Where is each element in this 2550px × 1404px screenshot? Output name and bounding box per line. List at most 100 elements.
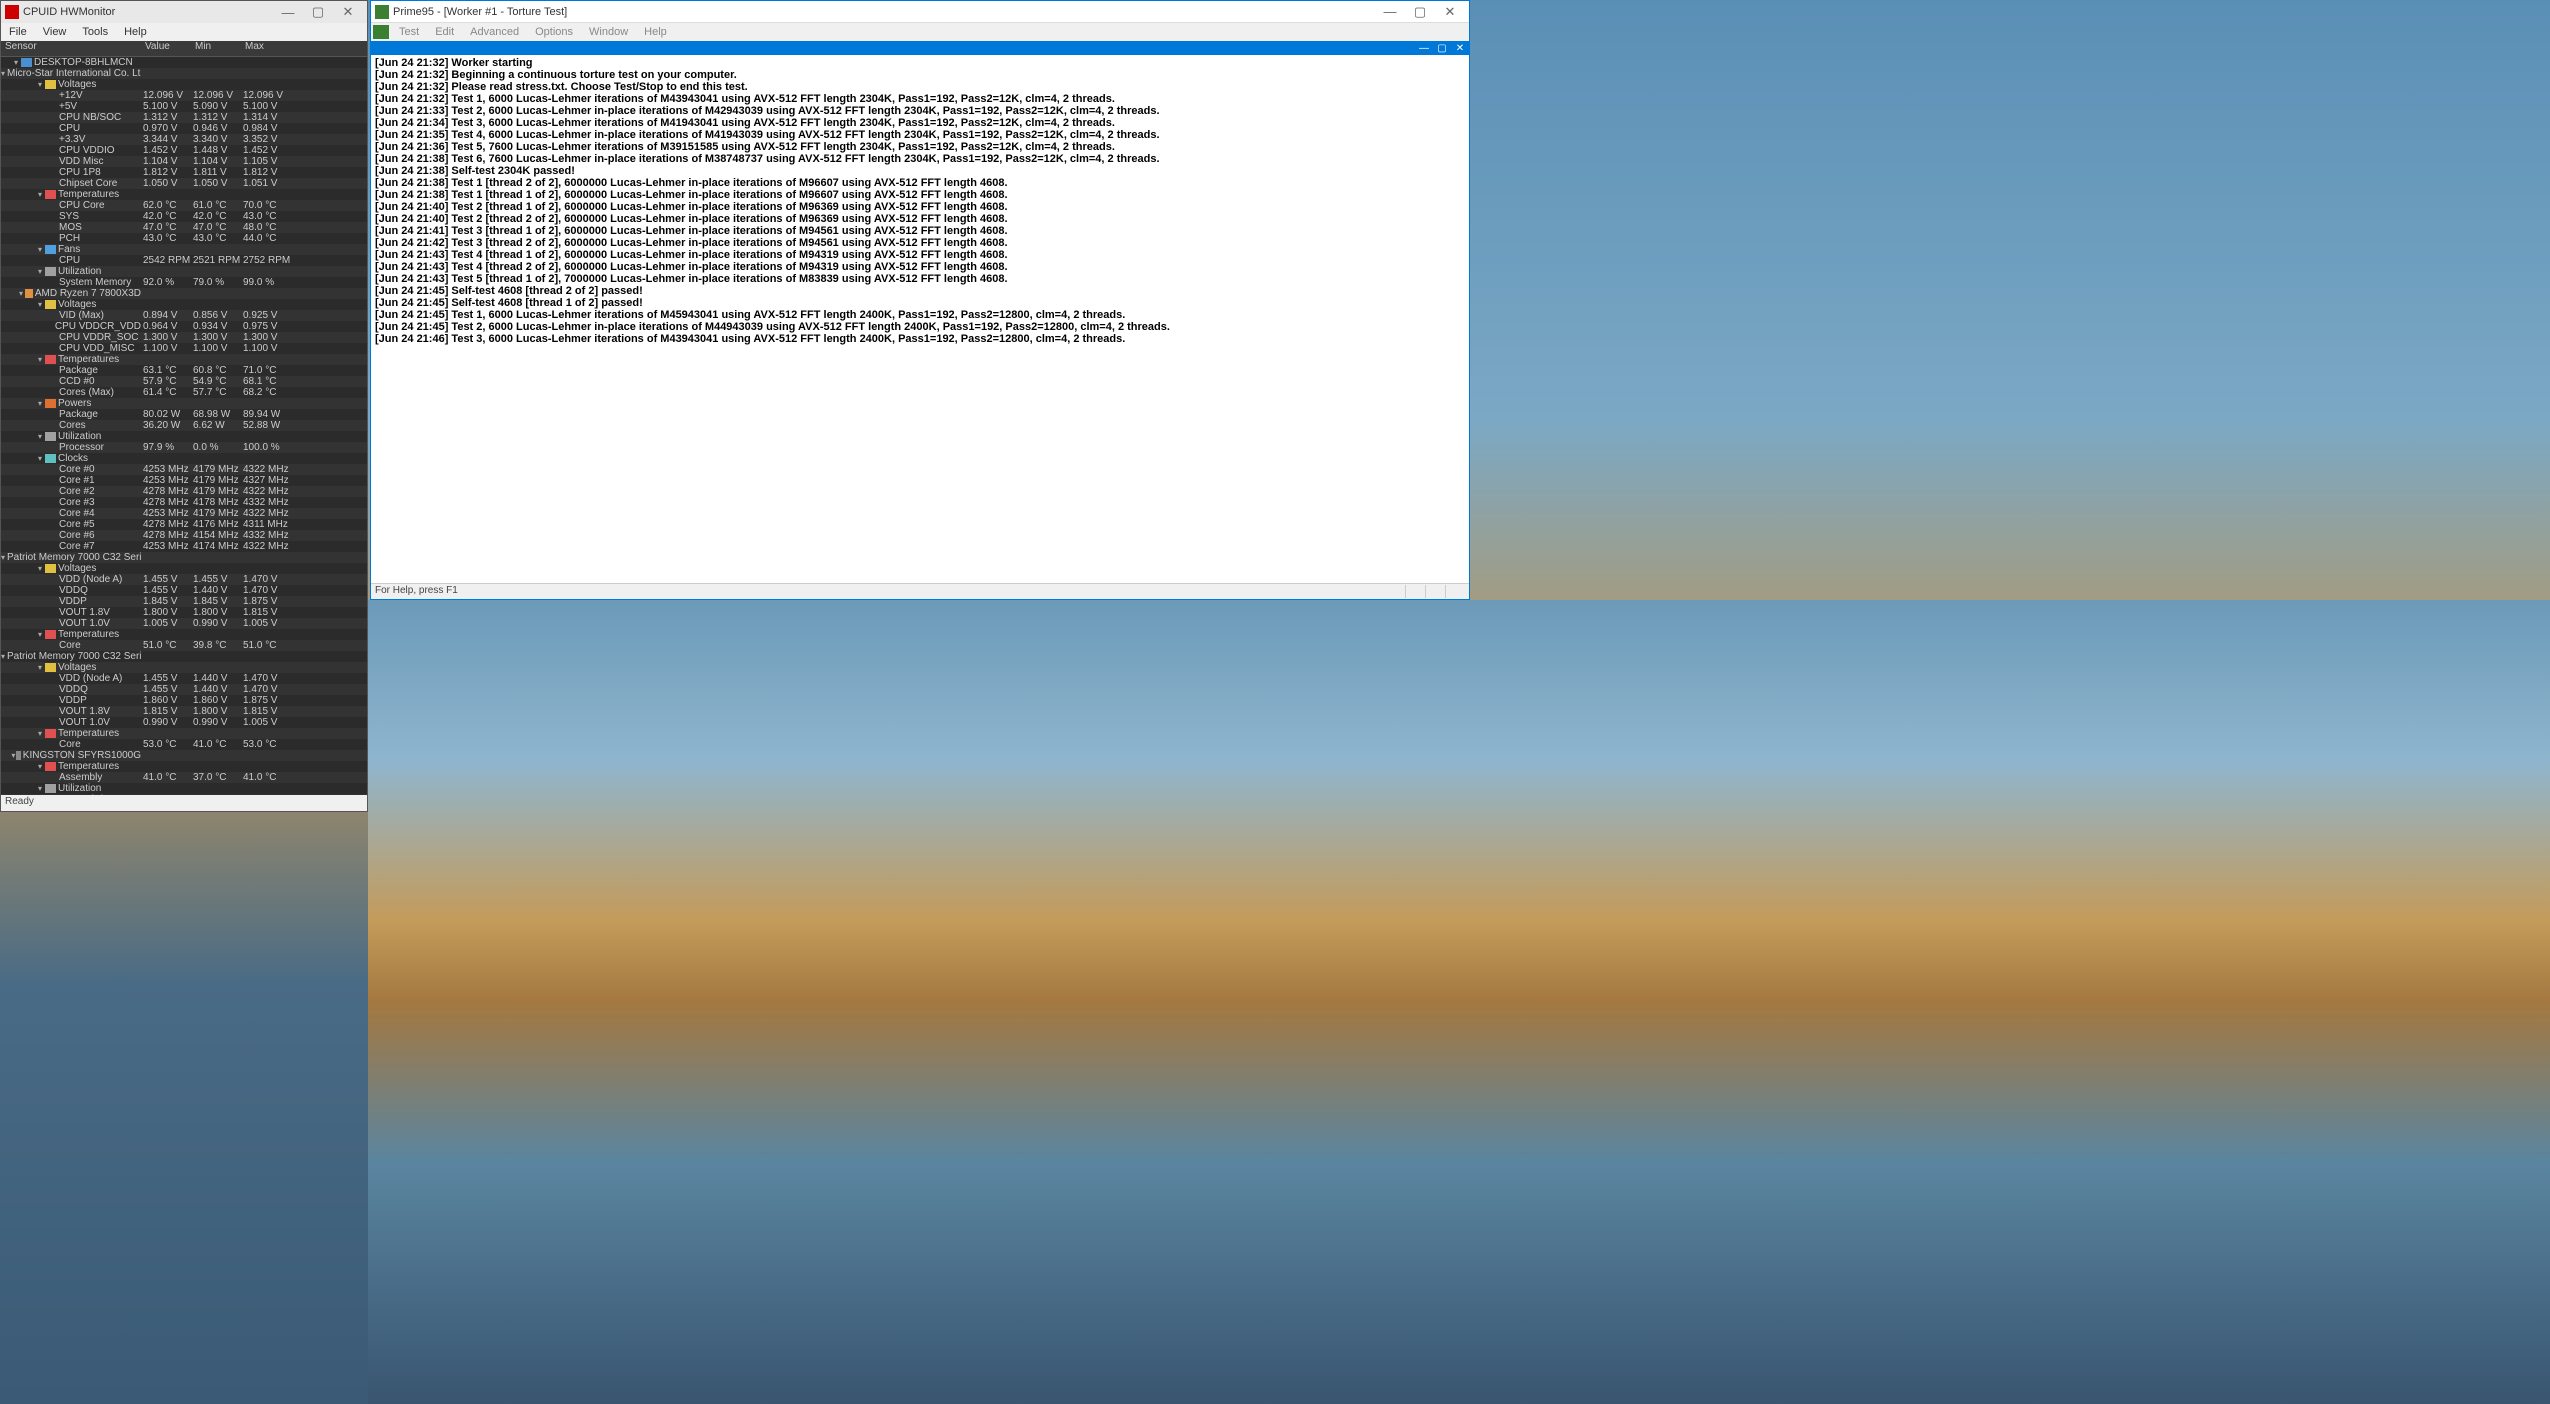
expand-icon[interactable]: ▾ bbox=[35, 630, 45, 639]
sensor-row[interactable]: Core51.0 °C39.8 °C51.0 °C bbox=[1, 640, 367, 651]
sensor-row[interactable]: VOUT 1.0V0.990 V0.990 V1.005 V bbox=[1, 717, 367, 728]
sensor-row[interactable]: VOUT 1.8V1.815 V1.800 V1.815 V bbox=[1, 706, 367, 717]
menu-test[interactable]: Test bbox=[391, 26, 427, 38]
sensor-row[interactable]: CPU VDD_MISC1.100 V1.100 V1.100 V bbox=[1, 343, 367, 354]
expand-icon[interactable]: ▾ bbox=[35, 190, 45, 199]
sensor-row[interactable]: Assembly41.0 °C37.0 °C41.0 °C bbox=[1, 772, 367, 783]
expand-icon[interactable]: ▾ bbox=[35, 454, 45, 463]
header-min[interactable]: Min bbox=[191, 41, 241, 56]
sensor-row[interactable]: Core #44253 MHz4179 MHz4322 MHz bbox=[1, 508, 367, 519]
hwmonitor-tree[interactable]: ▾DESKTOP-8BHLMCN▾Micro-Star Internationa… bbox=[1, 57, 367, 795]
sensor-row[interactable]: Chipset Core1.050 V1.050 V1.051 V bbox=[1, 178, 367, 189]
sensor-row[interactable]: +5V5.100 V5.090 V5.100 V bbox=[1, 101, 367, 112]
sensor-row[interactable]: Core #04253 MHz4179 MHz4322 MHz bbox=[1, 464, 367, 475]
tree-node[interactable]: ▾Temperatures bbox=[1, 761, 367, 772]
expand-icon[interactable]: ▾ bbox=[1, 69, 5, 78]
sensor-row[interactable]: +3.3V3.344 V3.340 V3.352 V bbox=[1, 134, 367, 145]
sensor-row[interactable]: VDD (Node A)1.455 V1.440 V1.470 V bbox=[1, 673, 367, 684]
expand-icon[interactable]: ▾ bbox=[1, 652, 5, 661]
sensor-row[interactable]: Core #34278 MHz4178 MHz4332 MHz bbox=[1, 497, 367, 508]
sensor-row[interactable]: VDD (Node A)1.455 V1.455 V1.470 V bbox=[1, 574, 367, 585]
mdi-close-button[interactable]: ✕ bbox=[1451, 43, 1469, 54]
expand-icon[interactable]: ▾ bbox=[35, 729, 45, 738]
expand-icon[interactable]: ▾ bbox=[35, 432, 45, 441]
prime95-toolbar-icon[interactable] bbox=[373, 25, 389, 39]
sensor-row[interactable]: VOUT 1.0V1.005 V0.990 V1.005 V bbox=[1, 618, 367, 629]
expand-icon[interactable]: ▾ bbox=[35, 267, 45, 276]
sensor-row[interactable]: Core #14253 MHz4179 MHz4327 MHz bbox=[1, 475, 367, 486]
maximize-button[interactable]: ▢ bbox=[303, 4, 333, 20]
expand-icon[interactable]: ▾ bbox=[35, 784, 45, 793]
tree-node[interactable]: ▾Powers bbox=[1, 398, 367, 409]
prime95-titlebar[interactable]: Prime95 - [Worker #1 - Torture Test] — ▢… bbox=[371, 1, 1469, 23]
mdi-restore-button[interactable]: ▢ bbox=[1433, 43, 1451, 54]
tree-node[interactable]: ▾Voltages bbox=[1, 299, 367, 310]
menu-help[interactable]: Help bbox=[116, 26, 155, 38]
sensor-row[interactable]: CPU VDDCR_VDD0.964 V0.934 V0.975 V bbox=[1, 321, 367, 332]
sensor-row[interactable]: CPU VDDR_SOC1.300 V1.300 V1.300 V bbox=[1, 332, 367, 343]
tree-node[interactable]: ▾Temperatures bbox=[1, 629, 367, 640]
sensor-row[interactable]: CCD #057.9 °C54.9 °C68.1 °C bbox=[1, 376, 367, 387]
tree-node[interactable]: ▾Voltages bbox=[1, 563, 367, 574]
minimize-button[interactable]: — bbox=[273, 5, 303, 20]
sensor-row[interactable]: Cores (Max)61.4 °C57.7 °C68.2 °C bbox=[1, 387, 367, 398]
tree-node[interactable]: ▾Temperatures bbox=[1, 189, 367, 200]
expand-icon[interactable]: ▾ bbox=[1, 553, 5, 562]
maximize-button[interactable]: ▢ bbox=[1405, 4, 1435, 20]
expand-icon[interactable]: ▾ bbox=[17, 289, 24, 298]
tree-node[interactable]: ▾Utilization bbox=[1, 266, 367, 277]
menu-options[interactable]: Options bbox=[527, 26, 581, 38]
menu-file[interactable]: File bbox=[1, 26, 35, 38]
sensor-row[interactable]: System Memory92.0 %79.0 %99.0 % bbox=[1, 277, 367, 288]
sensor-row[interactable]: CPU NB/SOC1.312 V1.312 V1.314 V bbox=[1, 112, 367, 123]
tree-node[interactable]: ▾Utilization bbox=[1, 783, 367, 794]
menu-advanced[interactable]: Advanced bbox=[462, 26, 527, 38]
tree-node[interactable]: ▾Patriot Memory 7000 C32 Series bbox=[1, 651, 367, 662]
sensor-row[interactable]: VID (Max)0.894 V0.856 V0.925 V bbox=[1, 310, 367, 321]
tree-node[interactable]: ▾Patriot Memory 7000 C32 Series bbox=[1, 552, 367, 563]
sensor-row[interactable]: +12V12.096 V12.096 V12.096 V bbox=[1, 90, 367, 101]
tree-node[interactable]: ▾Temperatures bbox=[1, 354, 367, 365]
prime95-log-output[interactable]: [Jun 24 21:32] Worker starting[Jun 24 21… bbox=[371, 55, 1469, 583]
tree-node[interactable]: ▾DESKTOP-8BHLMCN bbox=[1, 57, 367, 68]
expand-icon[interactable]: ▾ bbox=[35, 762, 45, 771]
tree-node[interactable]: ▾KINGSTON SFYRS1000G bbox=[1, 750, 367, 761]
expand-icon[interactable]: ▾ bbox=[35, 80, 45, 89]
sensor-row[interactable]: CPU Core62.0 °C61.0 °C70.0 °C bbox=[1, 200, 367, 211]
tree-node[interactable]: ▾Temperatures bbox=[1, 728, 367, 739]
tree-node[interactable]: ▾Fans bbox=[1, 244, 367, 255]
sensor-row[interactable]: VDD Misc1.104 V1.104 V1.105 V bbox=[1, 156, 367, 167]
expand-icon[interactable]: ▾ bbox=[35, 300, 45, 309]
sensor-row[interactable]: CPU0.970 V0.946 V0.984 V bbox=[1, 123, 367, 134]
sensor-row[interactable]: Core #64278 MHz4154 MHz4332 MHz bbox=[1, 530, 367, 541]
sensor-row[interactable]: VDDP1.860 V1.860 V1.875 V bbox=[1, 695, 367, 706]
header-sensor[interactable]: Sensor bbox=[1, 41, 141, 56]
close-button[interactable]: ✕ bbox=[1435, 4, 1465, 20]
sensor-row[interactable]: Package63.1 °C60.8 °C71.0 °C bbox=[1, 365, 367, 376]
minimize-button[interactable]: — bbox=[1375, 4, 1405, 19]
header-max[interactable]: Max bbox=[241, 41, 291, 56]
header-value[interactable]: Value bbox=[141, 41, 191, 56]
sensor-row[interactable]: Core #24278 MHz4179 MHz4322 MHz bbox=[1, 486, 367, 497]
hwmonitor-titlebar[interactable]: CPUID HWMonitor — ▢ ✕ bbox=[1, 1, 367, 23]
sensor-row[interactable]: MOS47.0 °C47.0 °C48.0 °C bbox=[1, 222, 367, 233]
sensor-row[interactable]: VDDQ1.455 V1.440 V1.470 V bbox=[1, 684, 367, 695]
menu-window[interactable]: Window bbox=[581, 26, 636, 38]
expand-icon[interactable]: ▾ bbox=[35, 564, 45, 573]
sensor-row[interactable]: Package80.02 W68.98 W89.94 W bbox=[1, 409, 367, 420]
menu-edit[interactable]: Edit bbox=[427, 26, 462, 38]
sensor-row[interactable]: Processor97.9 %0.0 %100.0 % bbox=[1, 442, 367, 453]
mdi-minimize-button[interactable]: — bbox=[1415, 43, 1433, 54]
sensor-row[interactable]: SYS42.0 °C42.0 °C43.0 °C bbox=[1, 211, 367, 222]
sensor-row[interactable]: CPU VDDIO1.452 V1.448 V1.452 V bbox=[1, 145, 367, 156]
sensor-row[interactable]: VDDP1.845 V1.845 V1.875 V bbox=[1, 596, 367, 607]
close-button[interactable]: ✕ bbox=[333, 4, 363, 20]
expand-icon[interactable]: ▾ bbox=[35, 245, 45, 254]
sensor-row[interactable]: Core #74253 MHz4174 MHz4322 MHz bbox=[1, 541, 367, 552]
tree-node[interactable]: ▾Micro-Star International Co. Lt... bbox=[1, 68, 367, 79]
sensor-row[interactable]: PCH43.0 °C43.0 °C44.0 °C bbox=[1, 233, 367, 244]
tree-node[interactable]: ▾Voltages bbox=[1, 662, 367, 673]
expand-icon[interactable]: ▾ bbox=[35, 663, 45, 672]
menu-view[interactable]: View bbox=[35, 26, 75, 38]
sensor-row[interactable]: Core53.0 °C41.0 °C53.0 °C bbox=[1, 739, 367, 750]
